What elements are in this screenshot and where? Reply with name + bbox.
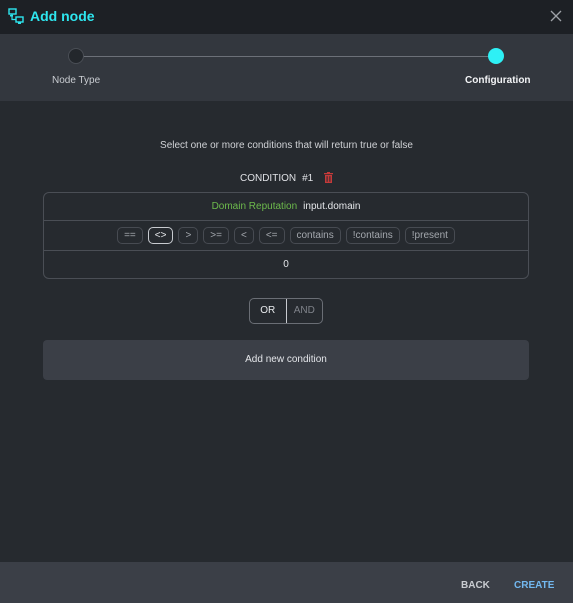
operator-row: == <> > >= < <= contains !contains !pres… (44, 221, 528, 251)
create-button[interactable]: CREATE (514, 580, 554, 591)
back-button[interactable]: BACK (461, 580, 490, 591)
stepper-connector (76, 56, 496, 57)
dialog-footer: BACK CREATE (0, 562, 573, 603)
dialog-titlebar: Add node (0, 0, 573, 34)
operator-greater-equal[interactable]: >= (203, 227, 229, 244)
field-name: Domain Reputation (211, 201, 298, 212)
operator-less-than[interactable]: < (233, 227, 254, 244)
operator-less-equal[interactable]: <= (258, 227, 285, 244)
operator-contains[interactable]: contains (289, 227, 341, 244)
operator-equals[interactable]: == (117, 227, 143, 244)
logic-or-button[interactable]: OR (250, 299, 287, 323)
dialog-title: Add node (30, 8, 95, 24)
step-configuration-label: Configuration (465, 75, 531, 86)
operator-not-equals[interactable]: <> (147, 227, 174, 244)
condition-header: CONDITION #1 (0, 172, 573, 184)
node-network-icon (8, 8, 24, 24)
condition-value-input[interactable]: 0 (44, 251, 528, 279)
condition-field-row[interactable]: Domain Reputation input.domain (44, 193, 528, 221)
step-configuration-indicator[interactable] (488, 48, 504, 64)
stepper (0, 34, 573, 101)
logic-toggle: OR AND (249, 298, 323, 324)
logic-and-button[interactable]: AND (287, 299, 323, 323)
step-node-type-label: Node Type (52, 75, 101, 86)
add-condition-button[interactable]: Add new condition (43, 340, 529, 380)
operator-greater-than[interactable]: > (178, 227, 199, 244)
field-path: input.domain (303, 201, 361, 212)
step-node-type-indicator[interactable] (68, 48, 84, 64)
operator-not-present[interactable]: !present (404, 227, 455, 244)
operator-not-contains[interactable]: !contains (345, 227, 400, 244)
close-icon[interactable] (549, 9, 563, 23)
condition-title: CONDITION (239, 173, 297, 184)
trash-icon[interactable] (324, 172, 333, 183)
condition-number: #1 (302, 173, 314, 184)
condition-card: Domain Reputation input.domain == <> > >=… (43, 192, 529, 279)
instructions-text: Select one or more conditions that will … (160, 140, 413, 151)
